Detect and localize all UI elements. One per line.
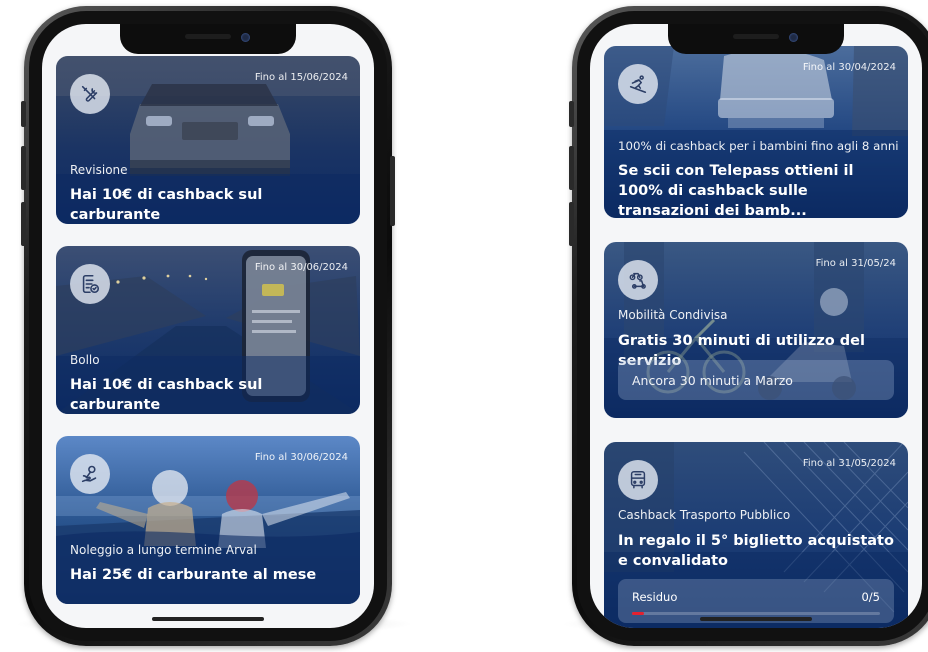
mute-switch [569,101,574,127]
bike-scooter-icon [618,260,658,300]
validity-date: Fino al 30/06/2024 [254,262,348,273]
tools-icon [70,74,110,114]
offer-category: Noleggio a lungo termine Arval [70,543,257,557]
offer-headline: Hai 10€ di cashback sul carburante [70,187,263,223]
notch [668,24,844,54]
offer-card-ski[interactable]: Fino al 30/04/2024 100% di cashback per … [604,46,908,218]
offer-category: Revisione [70,163,128,177]
offer-card-bollo[interactable]: Fino al 30/06/2024 Bollo Hai 10€ di cash… [56,246,360,414]
offer-category: Mobilità Condivisa [618,308,728,322]
document-check-icon [70,264,110,304]
offer-headline: Hai 25€ di carburante al mese [70,567,317,583]
volume-up-button [569,146,574,190]
remaining-minutes-info: Ancora 30 minuti a Marzo [618,360,894,400]
validity-date: Fino al 15/06/2024 [254,72,348,83]
offer-card-revisione[interactable]: Fino al 15/06/2024 Revisione Hai 10€ di … [56,56,360,224]
offer-card-trasporto-pubblico[interactable]: Fino al 31/05/2024 Cashback Trasporto Pu… [604,442,908,628]
front-camera [241,33,250,42]
phone-right: Fino al 30/04/2024 100% di cashback per … [569,6,928,646]
home-indicator[interactable] [700,617,812,621]
front-camera [789,33,798,42]
bus-icon [618,460,658,500]
phone-left: Fino al 15/06/2024 Revisione Hai 10€ di … [21,6,395,646]
skier-icon [618,64,658,104]
progress-fill [632,612,645,615]
volume-down-button [21,202,26,246]
progress-track [632,612,880,615]
progress-label: Residuo [632,590,678,604]
offer-headline: Se scii con Telepass ottieni il 100% di … [618,163,854,218]
volume-up-button [21,146,26,190]
home-indicator[interactable] [152,617,264,621]
validity-date: Fino al 30/06/2024 [254,452,348,463]
progress-value: 0/5 [861,590,880,604]
offer-card-arval[interactable]: Fino al 30/06/2024 Noleggio a lungo term… [56,436,360,604]
offer-category: 100% di cashback per i bambini fino agli… [618,139,899,153]
offer-category: Bollo [70,353,100,367]
validity-date: Fino al 31/05/2024 [802,458,896,469]
speaker [733,34,779,39]
screen-left: Fino al 15/06/2024 Revisione Hai 10€ di … [42,24,374,628]
notch [120,24,296,54]
power-button [390,156,395,226]
offer-headline: Hai 10€ di cashback sul carburante [70,377,263,413]
speaker [185,34,231,39]
hand-key-icon [70,454,110,494]
offer-card-mobilita-condivisa[interactable]: Fino al 31/05/24 Mobilità Condivisa Grat… [604,242,908,418]
volume-down-button [569,202,574,246]
offer-category: Cashback Trasporto Pubblico [618,508,791,522]
validity-date: Fino al 31/05/24 [815,258,896,269]
mute-switch [21,101,26,127]
screen-right: Fino al 30/04/2024 100% di cashback per … [590,24,922,628]
validity-date: Fino al 30/04/2024 [802,62,896,73]
offer-headline: In regalo il 5° biglietto acquistato e c… [618,533,894,569]
